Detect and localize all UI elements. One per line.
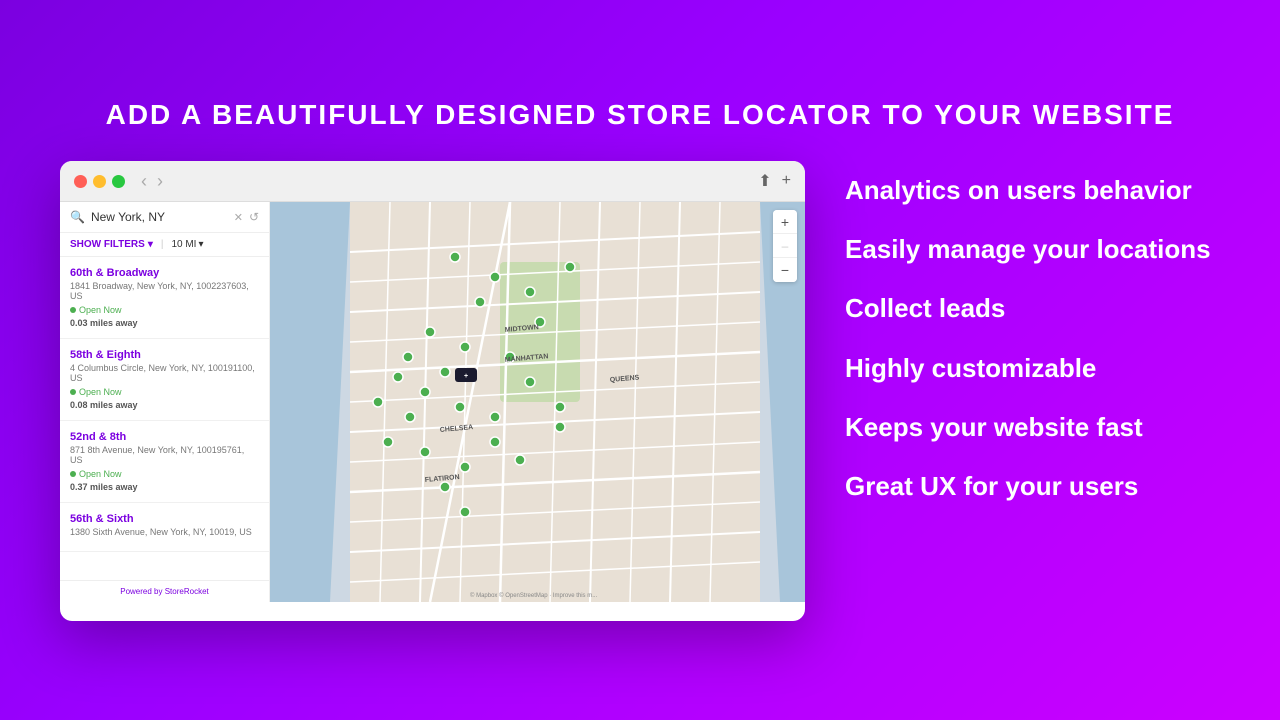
distance-filter-button[interactable]: 10 MI ▾ bbox=[171, 239, 203, 250]
open-text: Open Now bbox=[79, 387, 122, 397]
feature-manage-text: Easily manage your locations bbox=[845, 234, 1211, 264]
store-distance: 0.37 miles away bbox=[70, 482, 259, 492]
page-title: ADD A BEAUTIFULLY DESIGNED STORE LOCATOR… bbox=[106, 99, 1175, 131]
add-tab-button[interactable]: + bbox=[782, 171, 791, 191]
list-item[interactable]: 58th & Eighth 4 Columbus Circle, New Yor… bbox=[60, 339, 269, 421]
brand-name: StoreRocket bbox=[165, 587, 209, 596]
sidebar-footer: Powered by StoreRocket bbox=[60, 580, 269, 602]
feature-leads: Collect leads bbox=[845, 279, 1220, 338]
svg-text:© Mapbox © OpenStreetMap · Imp: © Mapbox © OpenStreetMap · Improve this … bbox=[470, 592, 598, 599]
feature-manage: Easily manage your locations bbox=[845, 220, 1220, 279]
content-row: ‹ › ⬆ + 🔍 New York, NY ✕ ↺ bbox=[60, 161, 1220, 621]
feature-ux-text: Great UX for your users bbox=[845, 471, 1138, 501]
store-name: 60th & Broadway bbox=[70, 267, 259, 279]
store-distance: 0.08 miles away bbox=[70, 400, 259, 410]
share-button[interactable]: ⬆ bbox=[758, 171, 771, 191]
zoom-line: – bbox=[773, 234, 797, 258]
zoom-in-button[interactable]: + bbox=[773, 210, 797, 234]
store-name: 56th & Sixth bbox=[70, 513, 259, 525]
map-area: + MIDTOWN MANHATTAN CHELSEA QUEENS FLATI… bbox=[270, 202, 805, 602]
store-address: 1841 Broadway, New York, NY, 1002237603,… bbox=[70, 281, 259, 301]
browser-window: ‹ › ⬆ + 🔍 New York, NY ✕ ↺ bbox=[60, 161, 805, 621]
close-dot[interactable] bbox=[74, 175, 87, 188]
store-sidebar: 🔍 New York, NY ✕ ↺ SHOW FILTERS ▾ | 10 M… bbox=[60, 202, 270, 602]
stores-list: 60th & Broadway 1841 Broadway, New York,… bbox=[60, 257, 269, 580]
browser-traffic-lights bbox=[74, 175, 125, 188]
store-open-status: Open Now bbox=[70, 469, 259, 479]
search-value[interactable]: New York, NY bbox=[91, 210, 228, 224]
feature-fast-text: Keeps your website fast bbox=[845, 412, 1143, 442]
browser-actions: ⬆ + bbox=[758, 171, 791, 191]
open-dot bbox=[70, 389, 76, 395]
filters-row: SHOW FILTERS ▾ | 10 MI ▾ bbox=[60, 233, 269, 257]
minimize-dot[interactable] bbox=[93, 175, 106, 188]
features-list: Analytics on users behavior Easily manag… bbox=[845, 161, 1220, 516]
back-button[interactable]: ‹ bbox=[139, 172, 149, 190]
search-icon: 🔍 bbox=[70, 210, 85, 224]
store-name: 52nd & 8th bbox=[70, 431, 259, 443]
browser-content: 🔍 New York, NY ✕ ↺ SHOW FILTERS ▾ | 10 M… bbox=[60, 202, 805, 602]
map-controls: + – − bbox=[773, 210, 797, 282]
browser-toolbar: ‹ › ⬆ + bbox=[60, 161, 805, 202]
forward-button[interactable]: › bbox=[155, 172, 165, 190]
feature-ux: Great UX for your users bbox=[845, 457, 1220, 516]
feature-analytics: Analytics on users behavior bbox=[845, 161, 1220, 220]
maximize-dot[interactable] bbox=[112, 175, 125, 188]
feature-analytics-text: Analytics on users behavior bbox=[845, 175, 1192, 205]
open-text: Open Now bbox=[79, 469, 122, 479]
store-address: 1380 Sixth Avenue, New York, NY, 10019, … bbox=[70, 527, 259, 537]
chevron-down-icon: ▾ bbox=[198, 239, 203, 250]
chevron-down-icon: ▾ bbox=[148, 239, 153, 250]
store-open-status: Open Now bbox=[70, 387, 259, 397]
store-address: 871 8th Avenue, New York, NY, 100195761,… bbox=[70, 445, 259, 465]
list-item[interactable]: 60th & Broadway 1841 Broadway, New York,… bbox=[60, 257, 269, 339]
search-bar: 🔍 New York, NY ✕ ↺ bbox=[60, 202, 269, 233]
feature-customizable-text: Highly customizable bbox=[845, 353, 1096, 383]
feature-fast: Keeps your website fast bbox=[845, 398, 1220, 457]
show-filters-button[interactable]: SHOW FILTERS ▾ bbox=[70, 239, 153, 250]
list-item[interactable]: 52nd & 8th 871 8th Avenue, New York, NY,… bbox=[60, 421, 269, 503]
zoom-out-button[interactable]: − bbox=[773, 258, 797, 282]
open-text: Open Now bbox=[79, 305, 122, 315]
open-dot bbox=[70, 471, 76, 477]
filter-separator: | bbox=[161, 239, 164, 250]
store-distance: 0.03 miles away bbox=[70, 318, 259, 328]
store-address: 4 Columbus Circle, New York, NY, 1001911… bbox=[70, 363, 259, 383]
svg-text:+: + bbox=[464, 373, 468, 380]
browser-nav: ‹ › bbox=[139, 172, 165, 190]
feature-customizable: Highly customizable bbox=[845, 339, 1220, 398]
open-dot bbox=[70, 307, 76, 313]
store-open-status: Open Now bbox=[70, 305, 259, 315]
map-svg: + MIDTOWN MANHATTAN CHELSEA QUEENS FLATI… bbox=[270, 202, 805, 602]
feature-leads-text: Collect leads bbox=[845, 293, 1005, 323]
clear-icon[interactable]: ✕ bbox=[234, 211, 243, 224]
list-item[interactable]: 56th & Sixth 1380 Sixth Avenue, New York… bbox=[60, 503, 269, 552]
reload-icon[interactable]: ↺ bbox=[249, 210, 259, 224]
store-name: 58th & Eighth bbox=[70, 349, 259, 361]
